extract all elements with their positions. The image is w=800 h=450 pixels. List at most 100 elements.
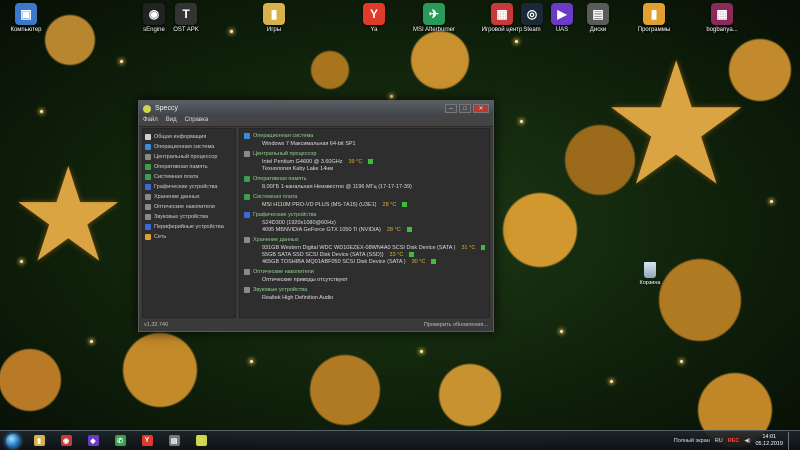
recycle-bin-icon[interactable]: Корзина <box>636 262 664 286</box>
nav-item-icon <box>145 174 151 180</box>
section-line-text: Intel Pentium G4600 @ 3.60GHz <box>262 158 343 165</box>
navigation-pane: Общая информация Операционная система Цент… <box>142 128 236 318</box>
taskbar-app-yandex[interactable]: Y <box>135 432 159 450</box>
section-icon <box>244 151 250 157</box>
light-sparkle <box>20 260 23 263</box>
nav-item-icon <box>145 134 151 140</box>
shortcut-icon: ✈ <box>423 3 445 25</box>
star-ornament-left: ★ <box>10 142 127 288</box>
summary-section: Операционная система Windows 7 Максимальн… <box>244 132 485 147</box>
tool-icon: ▤ <box>168 435 180 446</box>
light-sparkle <box>515 40 518 43</box>
section-line-text: 8,00ГБ 1-канальная Неизвестно @ 1196 МГц… <box>262 183 412 190</box>
media-icon: ◉ <box>60 435 72 446</box>
section-heading-text: Оперативная память <box>253 176 307 182</box>
taskbar-app-phone[interactable]: ✆ <box>108 432 132 450</box>
temperature-graph-icon[interactable] <box>481 245 485 250</box>
temperature-graph-icon[interactable] <box>431 259 437 264</box>
app-icon <box>143 104 151 113</box>
section-icon <box>244 194 250 200</box>
desktop-icon[interactable]: Y Ya <box>350 3 398 34</box>
nav-item[interactable]: Хранение данных <box>145 192 233 202</box>
section-heading: Звуковые устройства <box>244 286 485 294</box>
nav-item[interactable]: Сеть <box>145 232 233 242</box>
menu-help[interactable]: Справка <box>185 117 209 125</box>
section-line-text: Realtek High Definition Audio <box>262 294 334 301</box>
taskbar-app-media[interactable]: ◉ <box>54 432 78 450</box>
nav-item[interactable]: Графические устройства <box>145 182 233 192</box>
maximize-button[interactable]: □ <box>459 104 471 113</box>
desktop-icon[interactable]: ▣ Компьютер <box>2 3 50 34</box>
light-sparkle <box>390 95 393 98</box>
clock[interactable]: 14:01 05.12.2019 <box>755 434 783 447</box>
nav-item[interactable]: Оперативная память <box>145 162 233 172</box>
volume-icon[interactable]: ◀) <box>744 438 750 444</box>
minimize-button[interactable]: – <box>445 104 457 113</box>
light-sparkle <box>420 350 423 353</box>
check-updates-link[interactable]: Проверить обновления... <box>424 322 488 328</box>
section-line-text: S24D300 (1920x1080@60Hz) <box>262 219 336 226</box>
desktop-icon[interactable]: T OST APK <box>162 3 210 34</box>
nav-item[interactable]: Звуковые устройства <box>145 212 233 222</box>
nav-item-label: Периферийные устройства <box>154 224 224 230</box>
temperature-value: 33 °C <box>389 251 404 258</box>
summary-section: Хранение данных 931GB Western Digital WDC… <box>244 236 485 265</box>
menu-file[interactable]: Файл <box>143 117 158 125</box>
recycle-bin-label: Корзина <box>639 280 661 286</box>
taskbar-app-speccy[interactable]: ◌ <box>189 432 213 450</box>
start-button[interactable] <box>2 432 24 450</box>
taskbar-app-vs[interactable]: ◆ <box>81 432 105 450</box>
section-line-text: MSI H110M PRO-VD PLUS (MS-7A15) (U3E1) <box>262 201 377 208</box>
nav-item[interactable]: Операционная система <box>145 142 233 152</box>
taskbar-app-explorer[interactable]: ▮ <box>27 432 51 450</box>
nav-item[interactable]: Периферийные устройства <box>145 222 233 232</box>
temperature-graph-icon[interactable] <box>406 227 412 232</box>
temperature-graph-icon[interactable] <box>368 159 374 164</box>
nav-item-icon <box>145 184 151 190</box>
nav-item[interactable]: Оптические накопители <box>145 202 233 212</box>
nav-item[interactable]: Центральный процессор <box>145 152 233 162</box>
nav-item-label: Хранение данных <box>154 194 200 200</box>
nav-item-label: Оперативная память <box>154 164 208 170</box>
language-indicator[interactable]: RU <box>715 438 723 444</box>
desktop-icon-label: UAS <box>555 27 569 33</box>
light-sparkle <box>520 120 523 123</box>
shortcut-icon: ▤ <box>587 3 609 25</box>
section-heading-text: Операционная система <box>253 133 314 139</box>
section-line-text: 465GB TOSHIBA MQ01ABF050 SCSI Disk Devic… <box>262 258 406 265</box>
nav-item[interactable]: Общая информация <box>145 132 233 142</box>
windows-logo-icon <box>6 433 20 448</box>
nav-item[interactable]: Системная плата <box>145 172 233 182</box>
close-button[interactable]: ✕ <box>473 104 489 113</box>
section-heading: Операционная система <box>244 132 485 140</box>
light-sparkle <box>40 110 43 113</box>
section-icon <box>244 212 250 218</box>
section-heading-text: Хранение данных <box>253 237 299 243</box>
desktop-icon[interactable]: ✈ MSI Afterburner <box>410 3 458 34</box>
section-line: 55GB SATA SSD SCSI Disk Device (SATA (SS… <box>244 251 485 258</box>
system-tray: Полный экран RU REC ◀) 14:01 05.12.2019 <box>674 431 800 450</box>
desktop-icon-label: Диски <box>589 27 607 33</box>
rec-indicator[interactable]: REC <box>728 438 740 444</box>
section-heading: Центральный процессор <box>244 150 485 158</box>
section-icon <box>244 269 250 275</box>
shortcut-icon: Y <box>363 3 385 25</box>
menu-view[interactable]: Вид <box>166 117 177 125</box>
show-desktop-button[interactable] <box>788 431 794 450</box>
taskbar: ▮ ◉ ◆ ✆ Y ▤ ◌ Полный экран RU REC ◀) 14:01 05.… <box>0 430 800 450</box>
taskbar-app-tool[interactable]: ▤ <box>162 432 186 450</box>
desktop-icon[interactable]: ▮ Программы <box>630 3 678 34</box>
desktop-icon-label: Программы <box>637 27 671 33</box>
desktop-icon[interactable]: ▦ bogbanya... <box>698 3 746 34</box>
nav-item-label: Графические устройства <box>154 184 218 190</box>
title-bar[interactable]: Speccy – □ ✕ <box>139 101 493 116</box>
fullscreen-label[interactable]: Полный экран <box>674 438 710 444</box>
desktop-icon-label: Ya <box>370 27 378 33</box>
desktop-icon[interactable]: ▮ Игры <box>250 3 298 34</box>
desktop-icon[interactable]: ▤ Диски <box>574 3 622 34</box>
summary-section: Центральный процессор Intel Pentium G4600… <box>244 150 485 172</box>
temperature-graph-icon[interactable] <box>409 252 415 257</box>
nav-item-label: Операционная система <box>154 144 215 150</box>
section-icon <box>244 237 250 243</box>
temperature-graph-icon[interactable] <box>402 202 408 207</box>
